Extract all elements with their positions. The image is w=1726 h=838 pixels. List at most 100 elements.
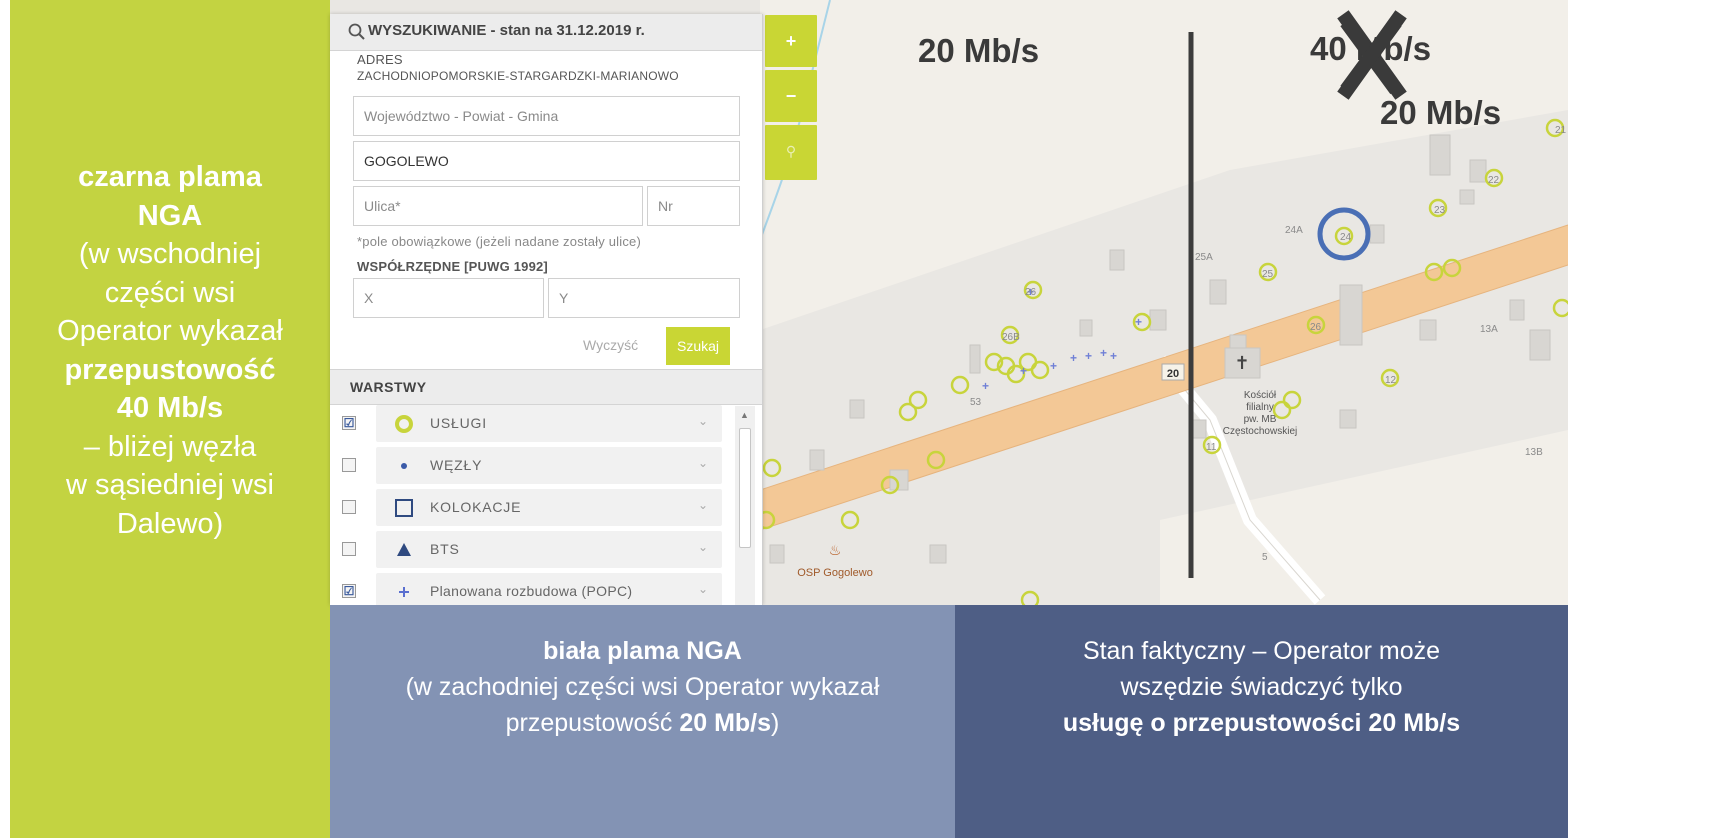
svg-text:13A: 13A (1480, 324, 1498, 335)
callout-line10: Dalewo) (116, 507, 224, 540)
required-note: *pole obowiązkowe (jeżeli nadane zostały… (357, 234, 641, 249)
magnifier-icon: ⚲ (785, 143, 797, 159)
callout-line3: (w wschodniej (78, 238, 262, 270)
locality-field[interactable]: GOGOLEWO (353, 141, 740, 181)
search-button[interactable]: Szukaj (666, 327, 730, 365)
church-label-1: Kościół (1244, 390, 1277, 401)
chevron-down-icon[interactable]: ⌄ (698, 498, 708, 512)
layer-checkbox-services[interactable]: ☑ (342, 416, 356, 430)
layer-row-nodes[interactable]: WĘZŁY ⌄ (330, 445, 762, 487)
layers-header: WARSTWY (330, 369, 762, 405)
white-spot-line3-bold: 20 Mb/s (679, 709, 772, 737)
layers-header-label: WARSTWY (350, 379, 427, 395)
svg-text:13B: 13B (1525, 447, 1543, 458)
cross-overlay-icon (1340, 17, 1402, 95)
callout-line4: części wsi (104, 276, 236, 309)
svg-text:+: + (1050, 359, 1057, 373)
church-label-4: Częstochowskiej (1223, 426, 1297, 437)
svg-text:11: 11 (1206, 442, 1217, 453)
svg-text:23: 23 (1434, 205, 1446, 216)
layer-item-services[interactable]: USŁUGI ⌄ (376, 405, 722, 442)
search-icon (348, 23, 365, 40)
svg-text:26: 26 (1025, 287, 1037, 298)
x-coordinate-field[interactable]: X (353, 278, 544, 318)
search-panel: WYSZUKIWANIE - stan na 31.12.2019 r. ADR… (330, 14, 763, 605)
svg-text:21: 21 (1555, 125, 1567, 136)
left-callout: czarna plama NGA (w wschodniej części ws… (10, 0, 330, 838)
square-outline-icon (395, 499, 413, 517)
zoom-in-button[interactable]: + (765, 15, 817, 67)
chevron-down-icon[interactable]: ⌄ (698, 456, 708, 470)
scrollbar-thumb[interactable] (739, 428, 751, 548)
svg-text:22: 22 (1488, 175, 1500, 186)
layer-row-popc[interactable]: ☑ Planowana rozbudowa (POPC) ⌄ (330, 571, 762, 605)
scroll-up-icon[interactable]: ▲ (740, 410, 749, 420)
layer-item-colocations[interactable]: KOLOKACJE ⌄ (376, 489, 722, 526)
chevron-down-icon[interactable]: ⌄ (698, 582, 708, 596)
svg-text:+: + (1070, 351, 1077, 365)
callout-line2: NGA (137, 199, 203, 232)
coords-label: WSPÓŁRZĘDNE [PUWG 1992] (357, 259, 548, 274)
svg-text:26: 26 (1310, 322, 1322, 333)
layer-label-bts: BTS (430, 541, 460, 557)
layer-row-colocations[interactable]: KOLOKACJE ⌄ (330, 487, 762, 529)
layer-item-popc[interactable]: Planowana rozbudowa (POPC) ⌄ (376, 573, 722, 605)
address-path: ZACHODNIOPOMORSKIE-STARGARDZKI-MARIANOWO (357, 69, 679, 83)
svg-text:+: + (982, 379, 989, 393)
svg-text:25A: 25A (1195, 252, 1213, 263)
number-field[interactable]: Nr (647, 186, 740, 226)
zoom-out-button[interactable]: − (765, 70, 817, 122)
speed-label-left: 20 Mb/s (918, 32, 1040, 69)
layer-checkbox-colocations[interactable] (342, 500, 356, 514)
svg-text:+: + (1020, 364, 1027, 378)
callout-line8: – bliżej węzła (83, 430, 257, 463)
yellow-ring-icon (395, 415, 413, 433)
svg-text:24A: 24A (1285, 225, 1303, 236)
white-spot-line3-pre: przepustowość (505, 709, 680, 737)
blue-dot-icon (401, 463, 407, 469)
search-panel-title: WYSZUKIWANIE - stan na 31.12.2019 r. (368, 22, 645, 39)
actual-state-line1: Stan faktyczny – Operator może (1082, 637, 1441, 665)
church-label-3: pw. MB (1244, 414, 1277, 425)
svg-text:26B: 26B (1002, 332, 1020, 343)
address-label: ADRES (357, 52, 403, 67)
fire-station-label: OSP Gogolewo (797, 567, 873, 579)
svg-text:+: + (1100, 346, 1107, 360)
svg-text:5: 5 (1262, 552, 1268, 563)
white-spot-title: biała plama NGA (543, 637, 742, 665)
callout-line7: 40 Mb/s (116, 392, 224, 424)
layer-row-bts[interactable]: BTS ⌄ (330, 529, 762, 571)
svg-text:+: + (1085, 349, 1092, 363)
layer-item-bts[interactable]: BTS ⌄ (376, 531, 722, 568)
actual-state-box: Stan faktyczny – Operator może wszędzie … (955, 605, 1568, 838)
chevron-down-icon[interactable]: ⌄ (698, 540, 708, 554)
callout-line1: czarna plama (78, 161, 262, 193)
layer-checkbox-bts[interactable] (342, 542, 356, 556)
clear-button[interactable]: Wyczyść (583, 337, 638, 353)
svg-text:12: 12 (1385, 375, 1397, 386)
fire-station-icon: ♨ (829, 542, 842, 558)
region-field[interactable]: Województwo - Powiat - Gmina (353, 96, 740, 136)
layer-label-nodes: WĘZŁY (430, 457, 483, 473)
actual-state-line2: wszędzie świadczyć tylko (1120, 673, 1403, 701)
svg-text:25: 25 (1262, 269, 1274, 280)
triangle-icon (397, 543, 411, 556)
chevron-down-icon[interactable]: ⌄ (698, 414, 708, 428)
layer-checkbox-popc[interactable]: ☑ (342, 584, 356, 598)
layer-row-services[interactable]: ☑ USŁUGI ⌄ (330, 403, 762, 445)
minus-icon: − (785, 86, 797, 106)
layer-label-colocations: KOLOKACJE (430, 499, 522, 515)
layer-checkbox-nodes[interactable] (342, 458, 356, 472)
y-coordinate-field[interactable]: Y (548, 278, 740, 318)
search-panel-header: WYSZUKIWANIE - stan na 31.12.2019 r. (330, 14, 762, 51)
church-label-2: filialny (1246, 402, 1274, 413)
callout-line5: Operator wykazał (57, 315, 283, 347)
plus-icon (399, 587, 409, 597)
road-number: 20 (1167, 368, 1179, 380)
zoom-search-button[interactable]: ⚲ (765, 125, 817, 180)
layers-scrollbar[interactable]: ▲ (735, 406, 755, 605)
layer-label-popc: Planowana rozbudowa (POPC) (430, 583, 633, 599)
layer-item-nodes[interactable]: WĘZŁY ⌄ (376, 447, 722, 484)
svg-text:+: + (1110, 349, 1117, 363)
street-field[interactable]: Ulica* (353, 186, 643, 226)
